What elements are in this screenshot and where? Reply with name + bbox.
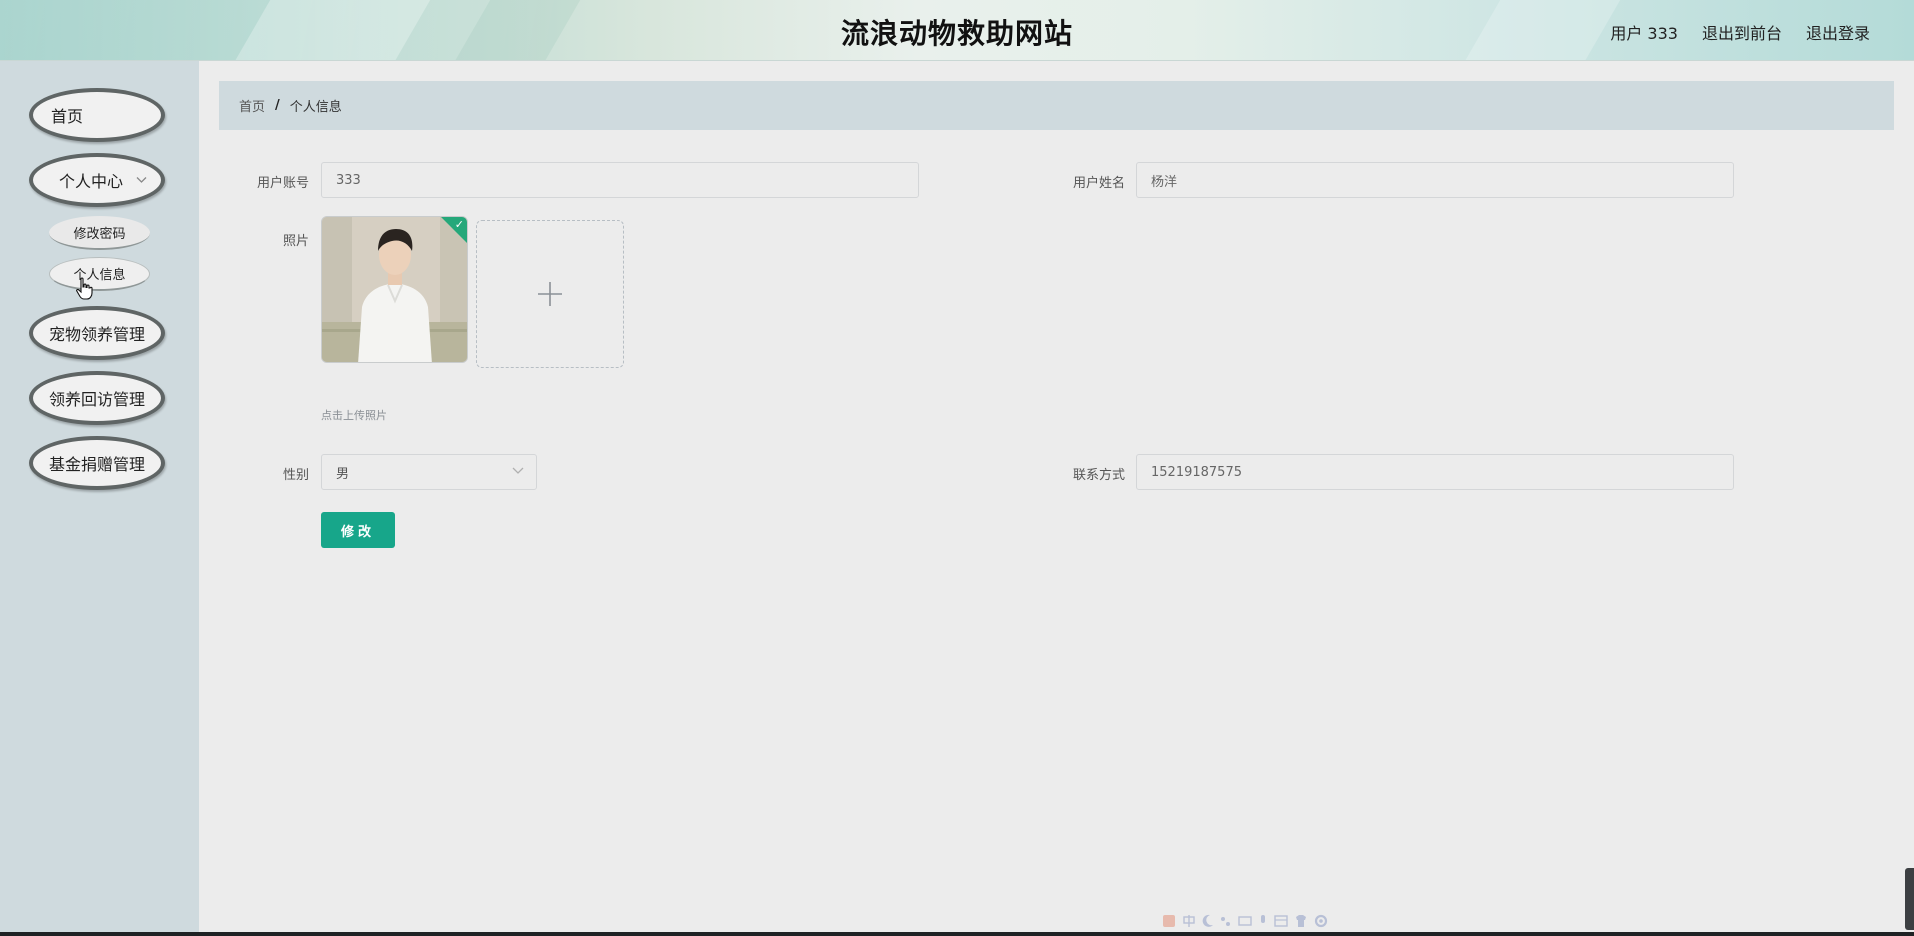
uploaded-photo[interactable]: ✓ [321, 216, 468, 363]
submit-button[interactable]: 修改 [321, 512, 395, 548]
gender-select[interactable]: 男 [321, 454, 537, 490]
top-header: 流浪动物救助网站 用户 333 退出到前台 退出登录 [0, 0, 1914, 61]
toolbox-icon [1274, 915, 1288, 927]
ime-logo-icon [1163, 915, 1175, 927]
moon-icon [1202, 914, 1213, 927]
exit-to-front-link[interactable]: 退出到前台 [1702, 20, 1782, 44]
breadcrumb: 首页 / 个人信息 [219, 81, 1894, 130]
plus-icon [538, 282, 562, 306]
upload-photo-button[interactable] [476, 220, 624, 368]
sidebar-item-label: 领养回访管理 [48, 390, 145, 409]
sidebar-item-fund-donation[interactable]: 基金捐赠管理 [29, 436, 165, 490]
person-photo-image [322, 217, 467, 362]
sidebar-item-pet-adoption[interactable]: 宠物领养管理 [29, 306, 165, 360]
keyboard-icon [1238, 916, 1252, 926]
sidebar-item-adoption-followup[interactable]: 领养回访管理 [29, 371, 165, 425]
breadcrumb-current: 个人信息 [289, 100, 342, 115]
sidebar-subitem-personal-info[interactable]: 个人信息 [49, 257, 150, 291]
logout-link[interactable]: 退出登录 [1806, 20, 1870, 44]
settings-icon [1314, 914, 1328, 928]
sidebar-item-home[interactable]: 首页 [29, 88, 165, 142]
photo-label: 照片 [282, 234, 309, 249]
sidebar-item-label: 首页 [51, 107, 84, 126]
gender-label: 性别 [282, 468, 309, 483]
breadcrumb-home[interactable]: 首页 [239, 96, 265, 115]
chevron-down-icon [136, 173, 147, 187]
name-field[interactable] [1136, 162, 1734, 198]
sidebar-item-personal-center[interactable]: 个人中心 [29, 153, 165, 207]
breadcrumb-separator: / [275, 98, 280, 113]
upload-hint: 点击上传照片 [321, 409, 387, 422]
punctuation-icon [1221, 917, 1230, 926]
sidebar-subitem-change-password[interactable]: 修改密码 [49, 216, 150, 250]
ime-toolbar [1162, 910, 1328, 932]
name-label: 用户姓名 [1072, 176, 1125, 191]
sidebar: 首页 个人中心 修改密码 个人信息 宠物领养管理 领养回访管理 基金捐赠管理 [0, 61, 199, 936]
account-label: 用户账号 [256, 176, 309, 191]
window-bottom-edge [0, 932, 1914, 936]
skin-icon [1296, 915, 1306, 927]
sidebar-item-label: 宠物领养管理 [48, 325, 145, 344]
microphone-icon [1261, 915, 1265, 923]
sidebar-subitem-label: 修改密码 [73, 226, 126, 242]
sidebar-item-label: 个人中心 [58, 172, 123, 191]
account-field[interactable] [321, 162, 919, 198]
phone-field[interactable] [1136, 454, 1734, 490]
header-links: 用户 333 退出到前台 退出登录 [1610, 20, 1870, 44]
gender-selected-value: 男 [336, 466, 350, 482]
check-icon: ✓ [454, 218, 464, 231]
current-user-label: 用户 333 [1610, 24, 1678, 43]
ime-chinese-icon [1183, 915, 1195, 927]
phone-label: 联系方式 [1072, 468, 1125, 483]
sidebar-item-label: 基金捐赠管理 [48, 455, 145, 474]
hand-pointer-icon [75, 277, 93, 305]
scrollbar-handle[interactable] [1905, 868, 1914, 930]
chevron-down-icon [512, 464, 524, 478]
